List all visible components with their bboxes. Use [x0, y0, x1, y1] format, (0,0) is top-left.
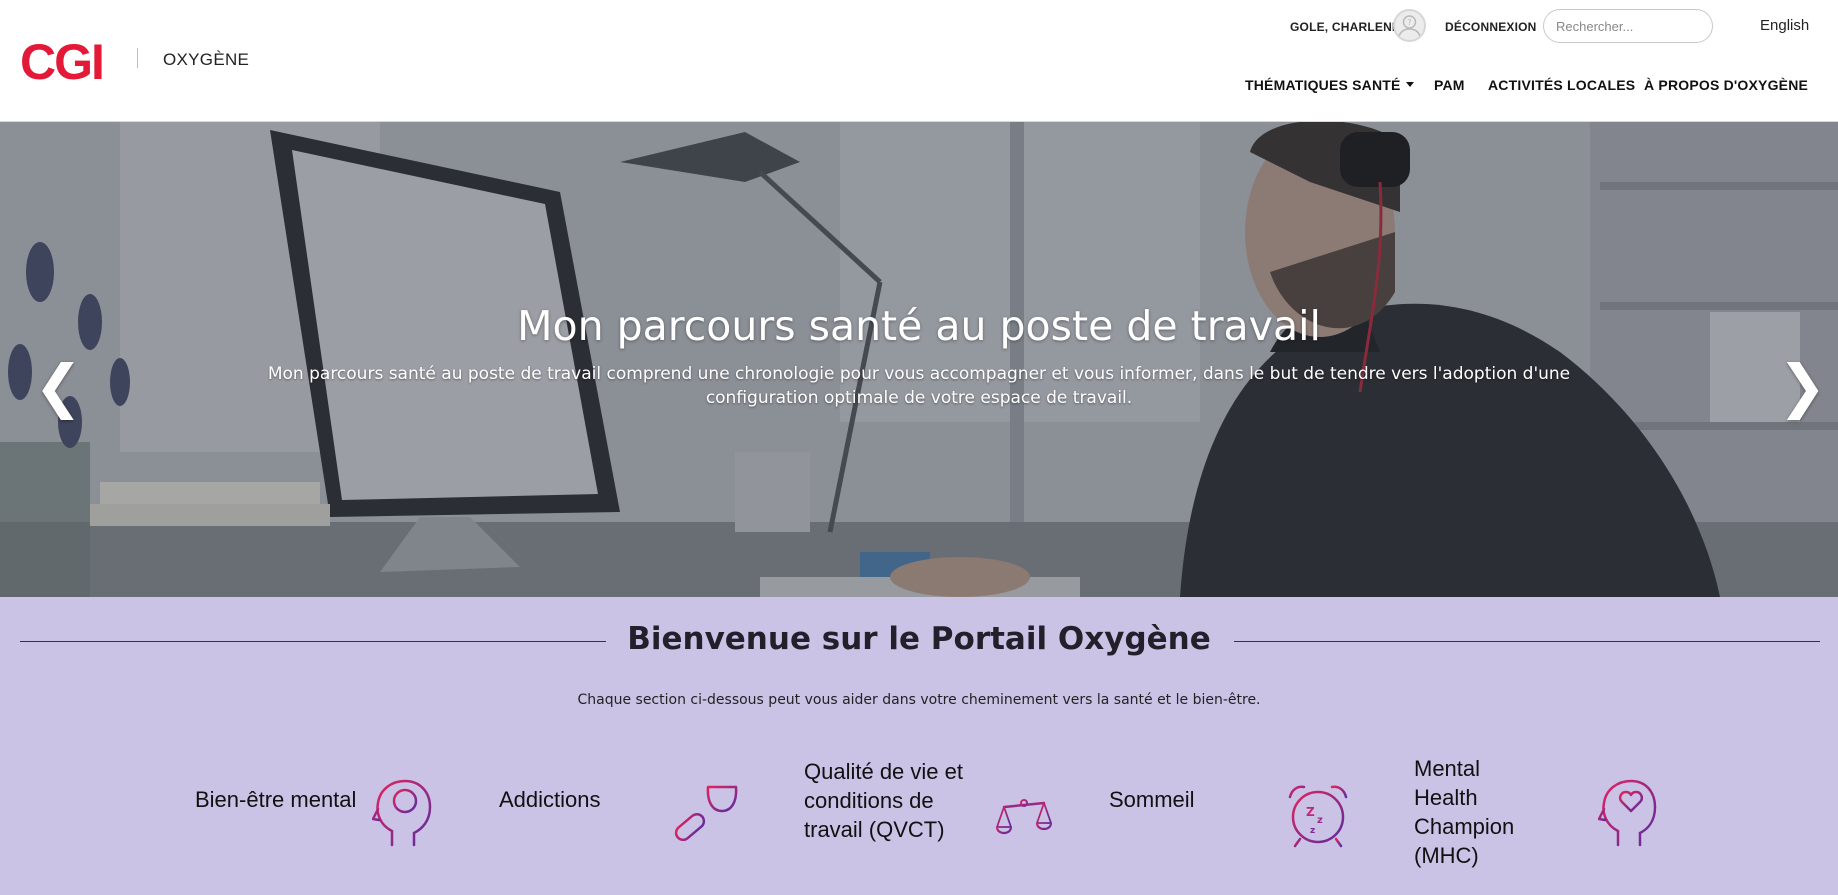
hero-carousel: ❮ ❯ Mon parcours santé au poste de trava… [0, 122, 1838, 597]
balance-scale-icon[interactable] [994, 797, 1054, 857]
welcome-title: Bienvenue sur le Portail Oxygène [627, 621, 1211, 657]
category-addictions[interactable]: Addictions [499, 785, 601, 814]
hero-overlay [0, 122, 1838, 597]
alarm-clock-zzz-icon[interactable]: Z z z [1286, 783, 1350, 849]
svg-text:z: z [1310, 826, 1315, 836]
hero-title: Mon parcours santé au poste de travail [517, 302, 1321, 350]
welcome-subtitle: Chaque section ci-dessous peut vous aide… [577, 692, 1261, 708]
search-input[interactable] [1543, 9, 1713, 43]
carousel-prev-button[interactable]: ❮ [34, 357, 83, 415]
wine-pill-icon[interactable] [670, 783, 738, 845]
site-header: CGI OXYGÈNE GOLE, CHARLENE ? DÉCONNEXION… [0, 0, 1838, 122]
cgi-logo[interactable]: CGI [20, 37, 105, 87]
avatar-icon[interactable]: ? [1393, 9, 1426, 42]
nav-item-label: THÉMATIQUES SANTÉ [1245, 77, 1401, 93]
svg-text:?: ? [1407, 18, 1411, 27]
hero-description: Mon parcours santé au poste de travail c… [267, 364, 1571, 408]
user-name: GOLE, CHARLENE [1290, 20, 1401, 34]
category-qvct[interactable]: Qualité de vie et conditions de travail … [804, 757, 979, 844]
svg-text:z: z [1317, 815, 1323, 826]
category-bien-etre-mental[interactable]: Bien-être mental [195, 785, 356, 814]
logout-link[interactable]: DÉCONNEXION [1445, 20, 1537, 34]
head-heart-icon[interactable] [1598, 777, 1658, 847]
nav-item-activites-locales[interactable]: ACTIVITÉS LOCALES [1488, 77, 1635, 93]
welcome-section: Bienvenue sur le Portail Oxygène Chaque … [0, 597, 1838, 895]
language-link[interactable]: English [1760, 17, 1809, 34]
svg-text:Z: Z [1306, 805, 1315, 819]
category-mental-health-champion[interactable]: Mental Health Champion (MHC) [1414, 754, 1534, 870]
head-plus-icon[interactable] [372, 777, 434, 847]
carousel-next-button[interactable]: ❯ [1778, 357, 1827, 415]
category-sommeil[interactable]: Sommeil [1109, 785, 1195, 814]
logo-divider [137, 48, 138, 68]
nav-item-pam[interactable]: PAM [1434, 77, 1465, 93]
caret-down-icon [1405, 82, 1414, 87]
app-name[interactable]: OXYGÈNE [163, 50, 249, 70]
nav-item-a-propos[interactable]: À PROPOS D'OXYGÈNE [1644, 77, 1808, 93]
nav-item-thematiques-sante[interactable]: THÉMATIQUES SANTÉ [1245, 77, 1414, 93]
